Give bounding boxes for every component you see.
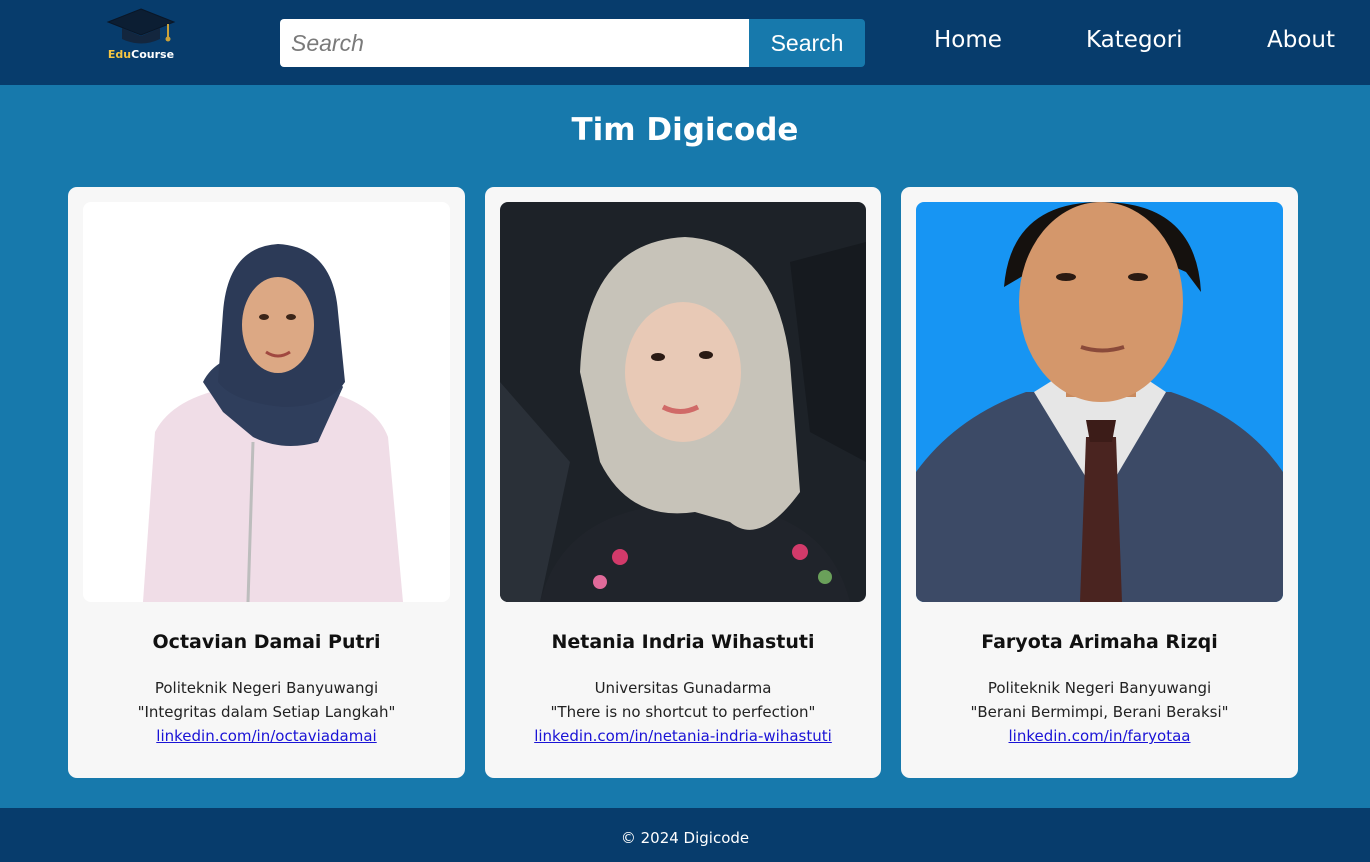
member-name: Octavian Damai Putri <box>152 631 381 653</box>
member-linkedin-link[interactable]: linkedin.com/in/octaviadamai <box>68 724 465 748</box>
team-member-card: Octavian Damai Putri Politeknik Negeri B… <box>68 187 465 778</box>
logo-text: EduCourse <box>107 48 175 61</box>
navbar: EduCourse Search Home Kategori About <box>0 0 1370 85</box>
nav-home-link[interactable]: Home <box>934 27 1002 53</box>
member-photo <box>500 202 866 602</box>
team-member-card: Faryota Arimaha Rizqi Politeknik Negeri … <box>901 187 1298 778</box>
search-form: Search <box>280 19 865 67</box>
member-quote: "There is no shortcut to perfection" <box>550 703 816 721</box>
member-name: Netania Indria Wihastuti <box>551 631 815 653</box>
footer-copyright: © 2024 Digicode <box>620 829 750 847</box>
member-institution: Universitas Gunadarma <box>594 679 772 697</box>
member-info: Politeknik Negeri Banyuwangi "Berani Ber… <box>901 676 1298 748</box>
member-quote: "Berani Bermimpi, Berani Beraksi" <box>970 703 1229 721</box>
member-institution: Politeknik Negeri Banyuwangi <box>987 679 1212 697</box>
member-info: Politeknik Negeri Banyuwangi "Integritas… <box>68 676 465 748</box>
search-button[interactable]: Search <box>749 19 865 67</box>
member-quote: "Integritas dalam Setiap Langkah" <box>137 703 396 721</box>
member-info: Universitas Gunadarma "There is no short… <box>485 676 881 748</box>
member-photo <box>916 202 1283 602</box>
member-linkedin-link[interactable]: linkedin.com/in/netania-indria-wihastuti <box>485 724 881 748</box>
graduation-cap-icon <box>106 8 176 44</box>
page-title: Tim Digicode <box>571 112 799 148</box>
nav-kategori-link[interactable]: Kategori <box>1086 27 1182 53</box>
team-member-card: Netania Indria Wihastuti Universitas Gun… <box>485 187 881 778</box>
nav-about-link[interactable]: About <box>1267 27 1335 53</box>
footer: © 2024 Digicode <box>0 808 1370 862</box>
member-institution: Politeknik Negeri Banyuwangi <box>154 679 379 697</box>
member-name: Faryota Arimaha Rizqi <box>981 631 1218 653</box>
member-linkedin-link[interactable]: linkedin.com/in/faryotaa <box>901 724 1298 748</box>
educourse-logo[interactable]: EduCourse <box>103 6 179 64</box>
search-input[interactable] <box>280 19 749 67</box>
member-photo <box>83 202 450 602</box>
